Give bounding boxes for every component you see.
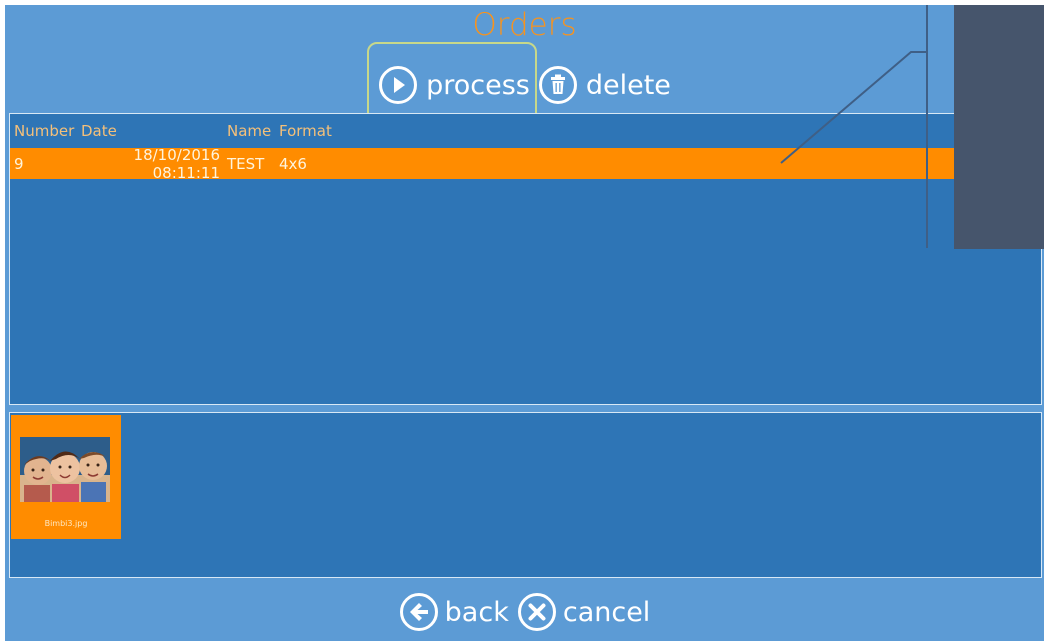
back-label: back (444, 596, 509, 628)
photo-thumbnail (20, 437, 110, 502)
arrow-left-icon (399, 593, 438, 631)
column-header-number: Number (14, 122, 75, 140)
side-overlay-panel (954, 5, 1044, 249)
column-header-format: Format (279, 122, 332, 140)
order-number: 9 (14, 154, 24, 173)
order-name: TEST (227, 154, 265, 173)
thumbnail-panel: Bimbi3.jpg (9, 412, 1042, 578)
page-title: Orders (472, 7, 577, 43)
footer-bar: back cancel (5, 587, 1044, 637)
trash-icon (538, 66, 577, 104)
orders-table: Number Date Name Format 9 18/10/2016 08:… (9, 113, 1042, 405)
order-format: 4x6 (279, 154, 307, 173)
order-date: 18/10/2016 08:11:11 (133, 145, 220, 182)
delete-button[interactable]: delete (534, 63, 675, 107)
column-header-date: Date (81, 122, 117, 140)
cancel-button[interactable]: cancel (513, 590, 654, 634)
orders-window: Orders process delete Number Date Name F… (5, 5, 1044, 641)
process-button[interactable]: process (374, 63, 534, 107)
delete-label: delete (585, 69, 671, 101)
play-icon (379, 66, 418, 104)
table-row[interactable]: 9 18/10/2016 08:11:11 TEST 4x6 (10, 145, 1041, 182)
thumbnail-filename: Bimbi3.jpg (44, 519, 88, 528)
column-header-name: Name (227, 122, 272, 140)
toolbar: process delete (5, 63, 1044, 107)
close-icon (517, 593, 556, 631)
cancel-label: cancel (562, 596, 651, 628)
table-header: Number Date Name Format (10, 114, 1041, 148)
back-button[interactable]: back (395, 590, 513, 634)
process-label: process (426, 69, 530, 101)
thumbnail-item[interactable]: Bimbi3.jpg (11, 415, 121, 539)
